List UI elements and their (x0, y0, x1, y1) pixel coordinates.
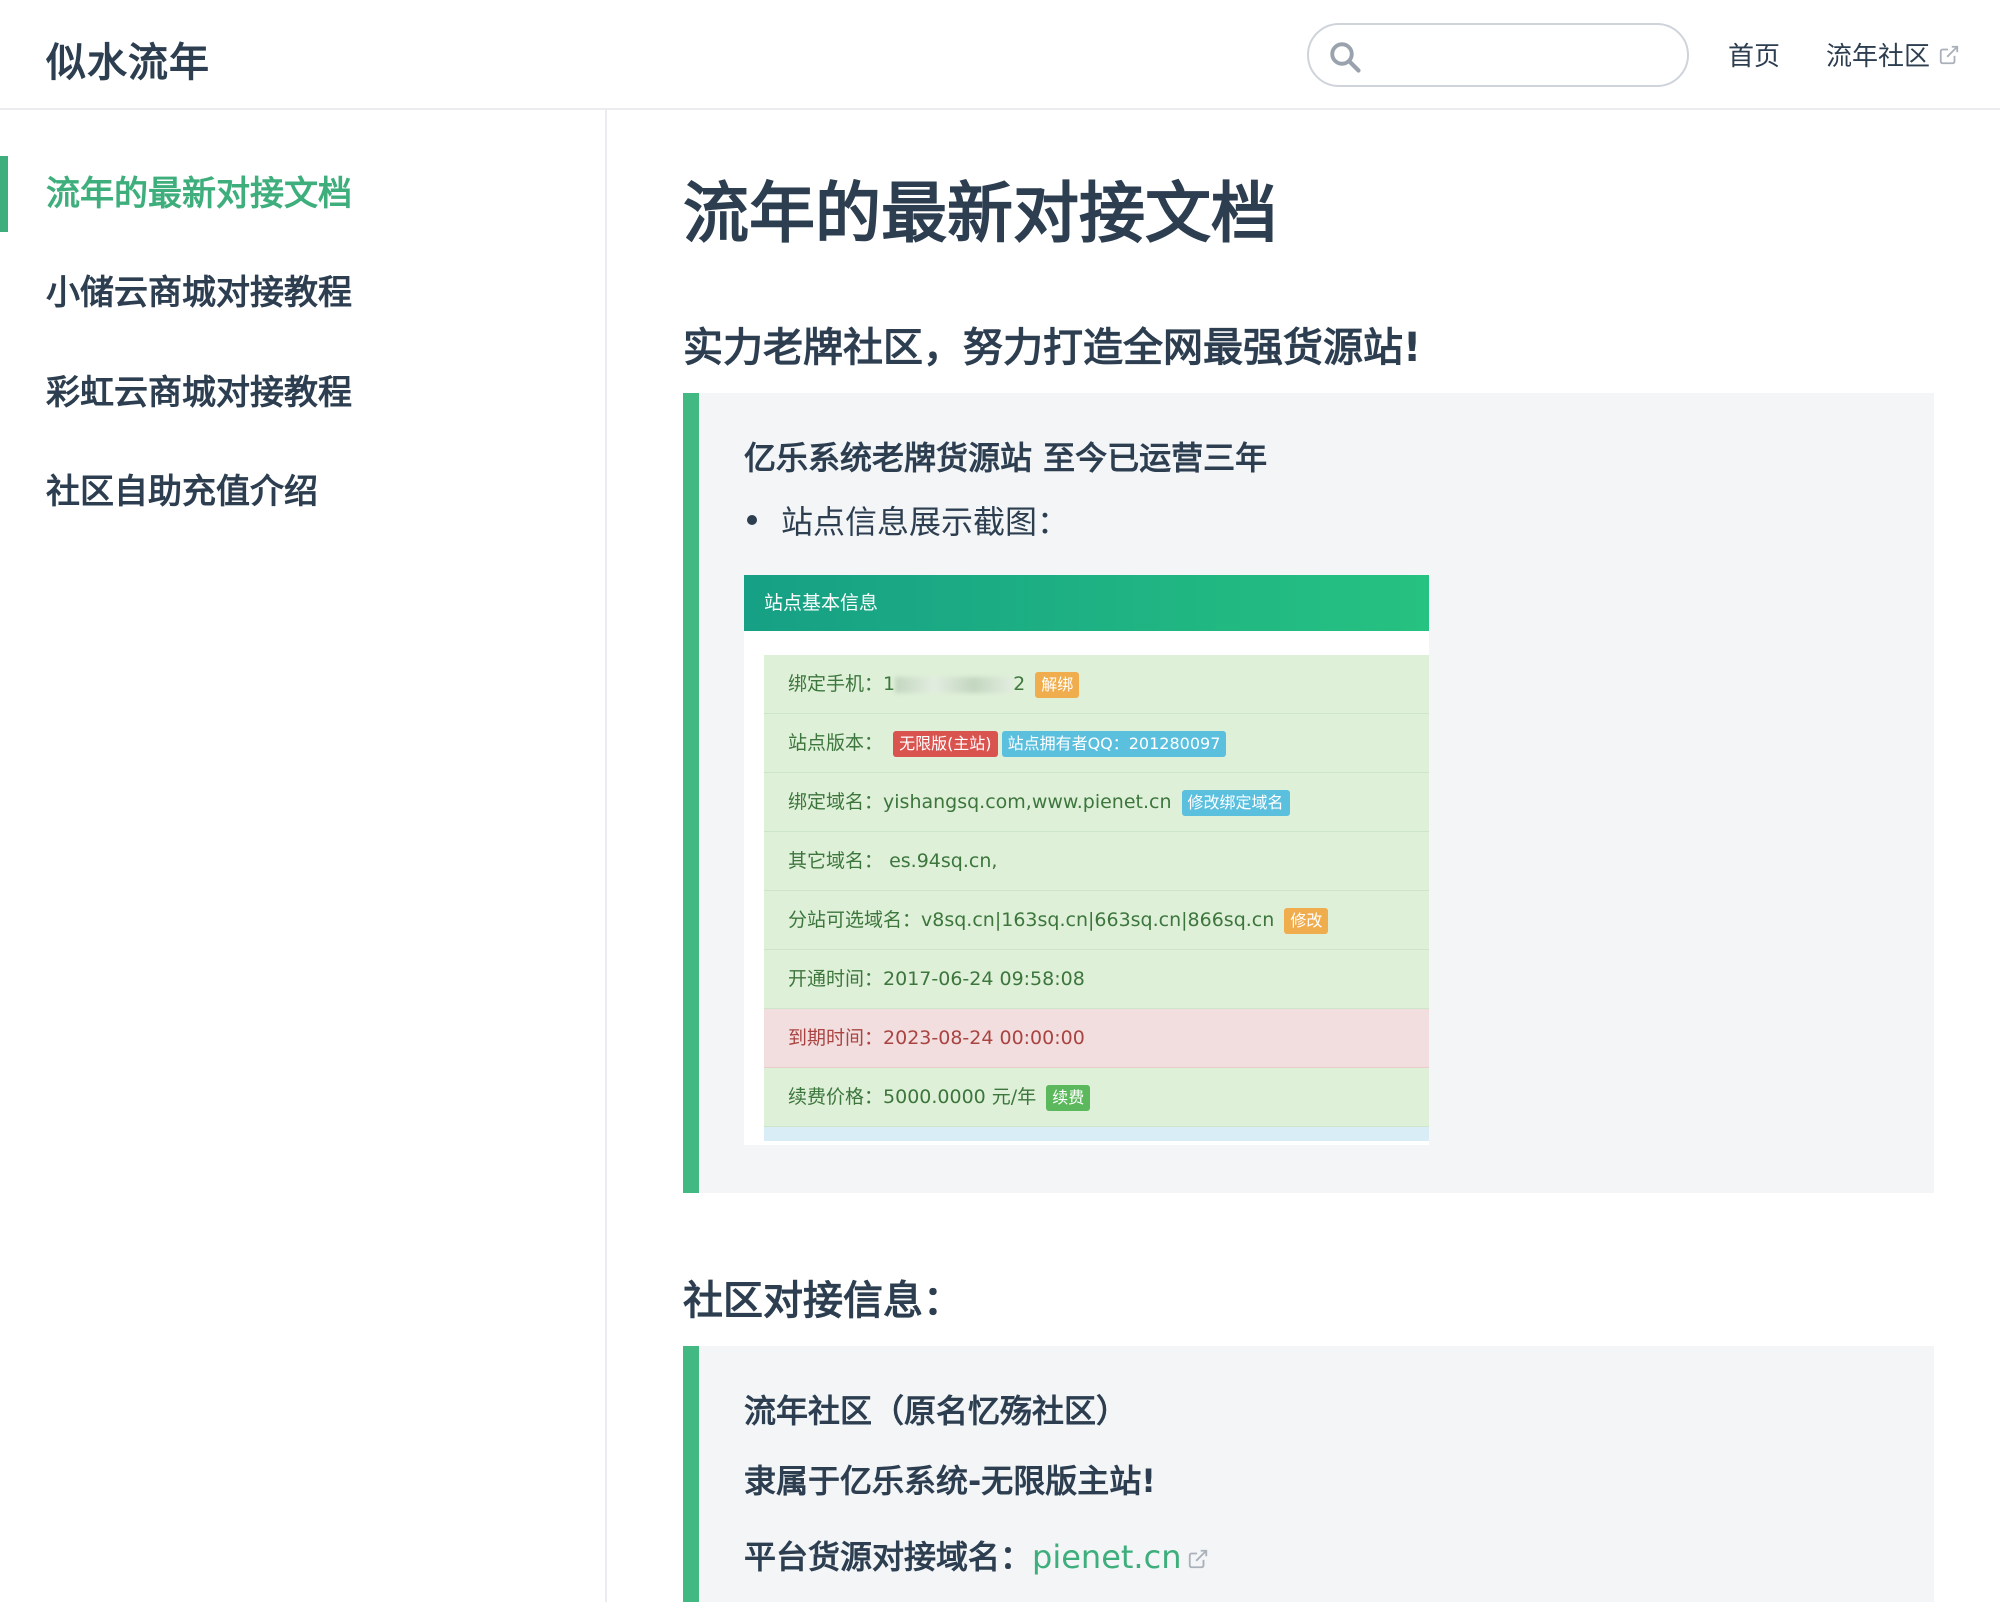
info-row-version: 站点版本： 无限版(主站) 站点拥有者QQ：201280097 (764, 714, 1429, 773)
tip-block-intro: 亿乐系统老牌货源站 至今已运营三年 站点信息展示截图： 站点基本信息 绑定手机：… (683, 393, 1934, 1193)
nav-links: 首页 流年社区 (1682, 36, 1960, 73)
edit-badge: 修改 (1284, 907, 1329, 934)
sidebar-item-latest-docs[interactable]: 流年的最新对接文档 (0, 156, 600, 232)
sidebar-item-caihong[interactable]: 彩虹云商城对接教程 (0, 355, 600, 431)
info-row-label: 开通时间： (788, 968, 884, 990)
bullet-text: 站点信息展示截图： (781, 503, 1070, 541)
section-heading-community: 社区对接信息： (683, 1278, 963, 1324)
external-link-icon (1189, 1549, 1208, 1569)
nav-link-home[interactable]: 首页 (1728, 36, 1780, 73)
info-row-label: 其它域名： (788, 850, 884, 872)
pienet-link[interactable]: pienet.cn (1032, 1538, 1181, 1576)
external-link-icon (1939, 45, 1959, 64)
bullet-dot (747, 515, 757, 525)
community-name: 流年社区（原名忆殇社区） (744, 1392, 1129, 1430)
sidebar-item-label: 小储云商城对接教程 (46, 273, 352, 313)
sidebar-item-recharge[interactable]: 社区自助充值介绍 (0, 454, 600, 530)
info-row-open-time: 开通时间：2017-06-24 09:58:08 (764, 950, 1429, 1009)
info-row-label: 绑定域名： (788, 791, 884, 813)
renew-badge: 续费 (1046, 1084, 1091, 1111)
info-row-value: 2017-06-24 09:58:08 (883, 968, 1085, 990)
info-row-partial (764, 1127, 1429, 1141)
info-row-label: 分站可选域名： (788, 909, 922, 931)
page-title: 流年的最新对接文档 (683, 175, 1277, 252)
info-row-value: yishangsq.com,www.pienet.cn (883, 791, 1172, 813)
info-row-phone: 绑定手机：1 2 解绑 (764, 655, 1429, 714)
section-heading-intro: 实力老牌社区，努力打造全网最强货源站! (683, 325, 1422, 371)
nav-link-home-label: 首页 (1727, 42, 1780, 72)
sidebar-item-label: 社区自助充值介绍 (46, 472, 318, 512)
blurred-phone (895, 676, 1014, 693)
info-row-renew-price: 续费价格：5000.0000 元/年 续费 (764, 1068, 1429, 1127)
info-row-label: 绑定手机： (788, 673, 884, 695)
phone-suffix: 2 (1013, 673, 1026, 695)
phone-prefix: 1 (883, 673, 896, 695)
community-domain-line: 平台货源对接域名：pienet.cn (744, 1532, 1209, 1578)
nav-link-community[interactable]: 流年社区 (1826, 36, 1960, 73)
info-row-substation-domain: 分站可选域名：v8sq.cn|163sq.cn|663sq.cn|866sq.c… (764, 891, 1429, 950)
version-badge: 无限版(主站) (893, 730, 998, 757)
site-name[interactable]: 似水流年 (46, 30, 210, 88)
pienet-link-label: pienet.cn (1032, 1538, 1182, 1576)
sidebar-item-xiaochu[interactable]: 小储云商城对接教程 (0, 255, 600, 331)
info-row-value: 2023-08-24 00:00:00 (883, 1027, 1085, 1049)
unbind-badge: 解绑 (1035, 671, 1080, 698)
owner-qq-badge: 站点拥有者QQ：201280097 (1001, 730, 1227, 757)
tip-block-community: 流年社区（原名忆殇社区） 隶属于亿乐系统-无限版主站! 平台货源对接域名：pie… (683, 1346, 1934, 1602)
info-row-bound-domain: 绑定域名：yishangsq.com,www.pienet.cn 修改绑定域名 (764, 773, 1429, 832)
site-info-screenshot: 站点基本信息 绑定手机：1 2 解绑 站点版本： 无限版(主站) 站点拥有者QQ：2… (744, 575, 1429, 1145)
info-row-label: 续费价格： (788, 1086, 884, 1108)
info-panel-header: 站点基本信息 (744, 575, 1429, 631)
sidebar: 流年的最新对接文档 小储云商城对接教程 彩虹云商城对接教程 社区自助充值介绍 (0, 110, 607, 1602)
search-icon (1330, 42, 1361, 73)
search-input[interactable] (1373, 31, 1673, 79)
info-row-other-domain: 其它域名： es.94sq.cn, (764, 832, 1429, 891)
info-row-value: 5000.0000 元/年 (883, 1086, 1037, 1108)
info-row-value: v8sq.cn|163sq.cn|663sq.cn|866sq.cn (921, 909, 1275, 931)
search-box[interactable] (1307, 23, 1689, 87)
community-affiliation: 隶属于亿乐系统-无限版主站! (744, 1462, 1156, 1500)
sidebar-item-label: 彩虹云商城对接教程 (46, 373, 352, 413)
domain-label: 平台货源对接域名： (744, 1538, 1033, 1576)
info-row-label: 站点版本： (788, 732, 884, 754)
info-row-expire-time: 到期时间：2023-08-24 00:00:00 (764, 1009, 1429, 1068)
main-content: 流年的最新对接文档 实力老牌社区，努力打造全网最强货源站! 亿乐系统老牌货源站 … (607, 110, 2000, 1602)
info-row-value: es.94sq.cn, (889, 850, 998, 872)
navbar: 似水流年 首页 流年社区 (0, 0, 2000, 110)
nav-link-community-label: 流年社区 (1825, 42, 1930, 72)
tip-title: 亿乐系统老牌货源站 至今已运营三年 (744, 439, 1268, 477)
edit-domain-badge: 修改绑定域名 (1181, 789, 1290, 816)
info-row-label: 到期时间： (788, 1027, 884, 1049)
info-rows: 绑定手机：1 2 解绑 站点版本： 无限版(主站) 站点拥有者QQ：20128009… (764, 655, 1429, 1141)
sidebar-item-label: 流年的最新对接文档 (46, 174, 352, 214)
